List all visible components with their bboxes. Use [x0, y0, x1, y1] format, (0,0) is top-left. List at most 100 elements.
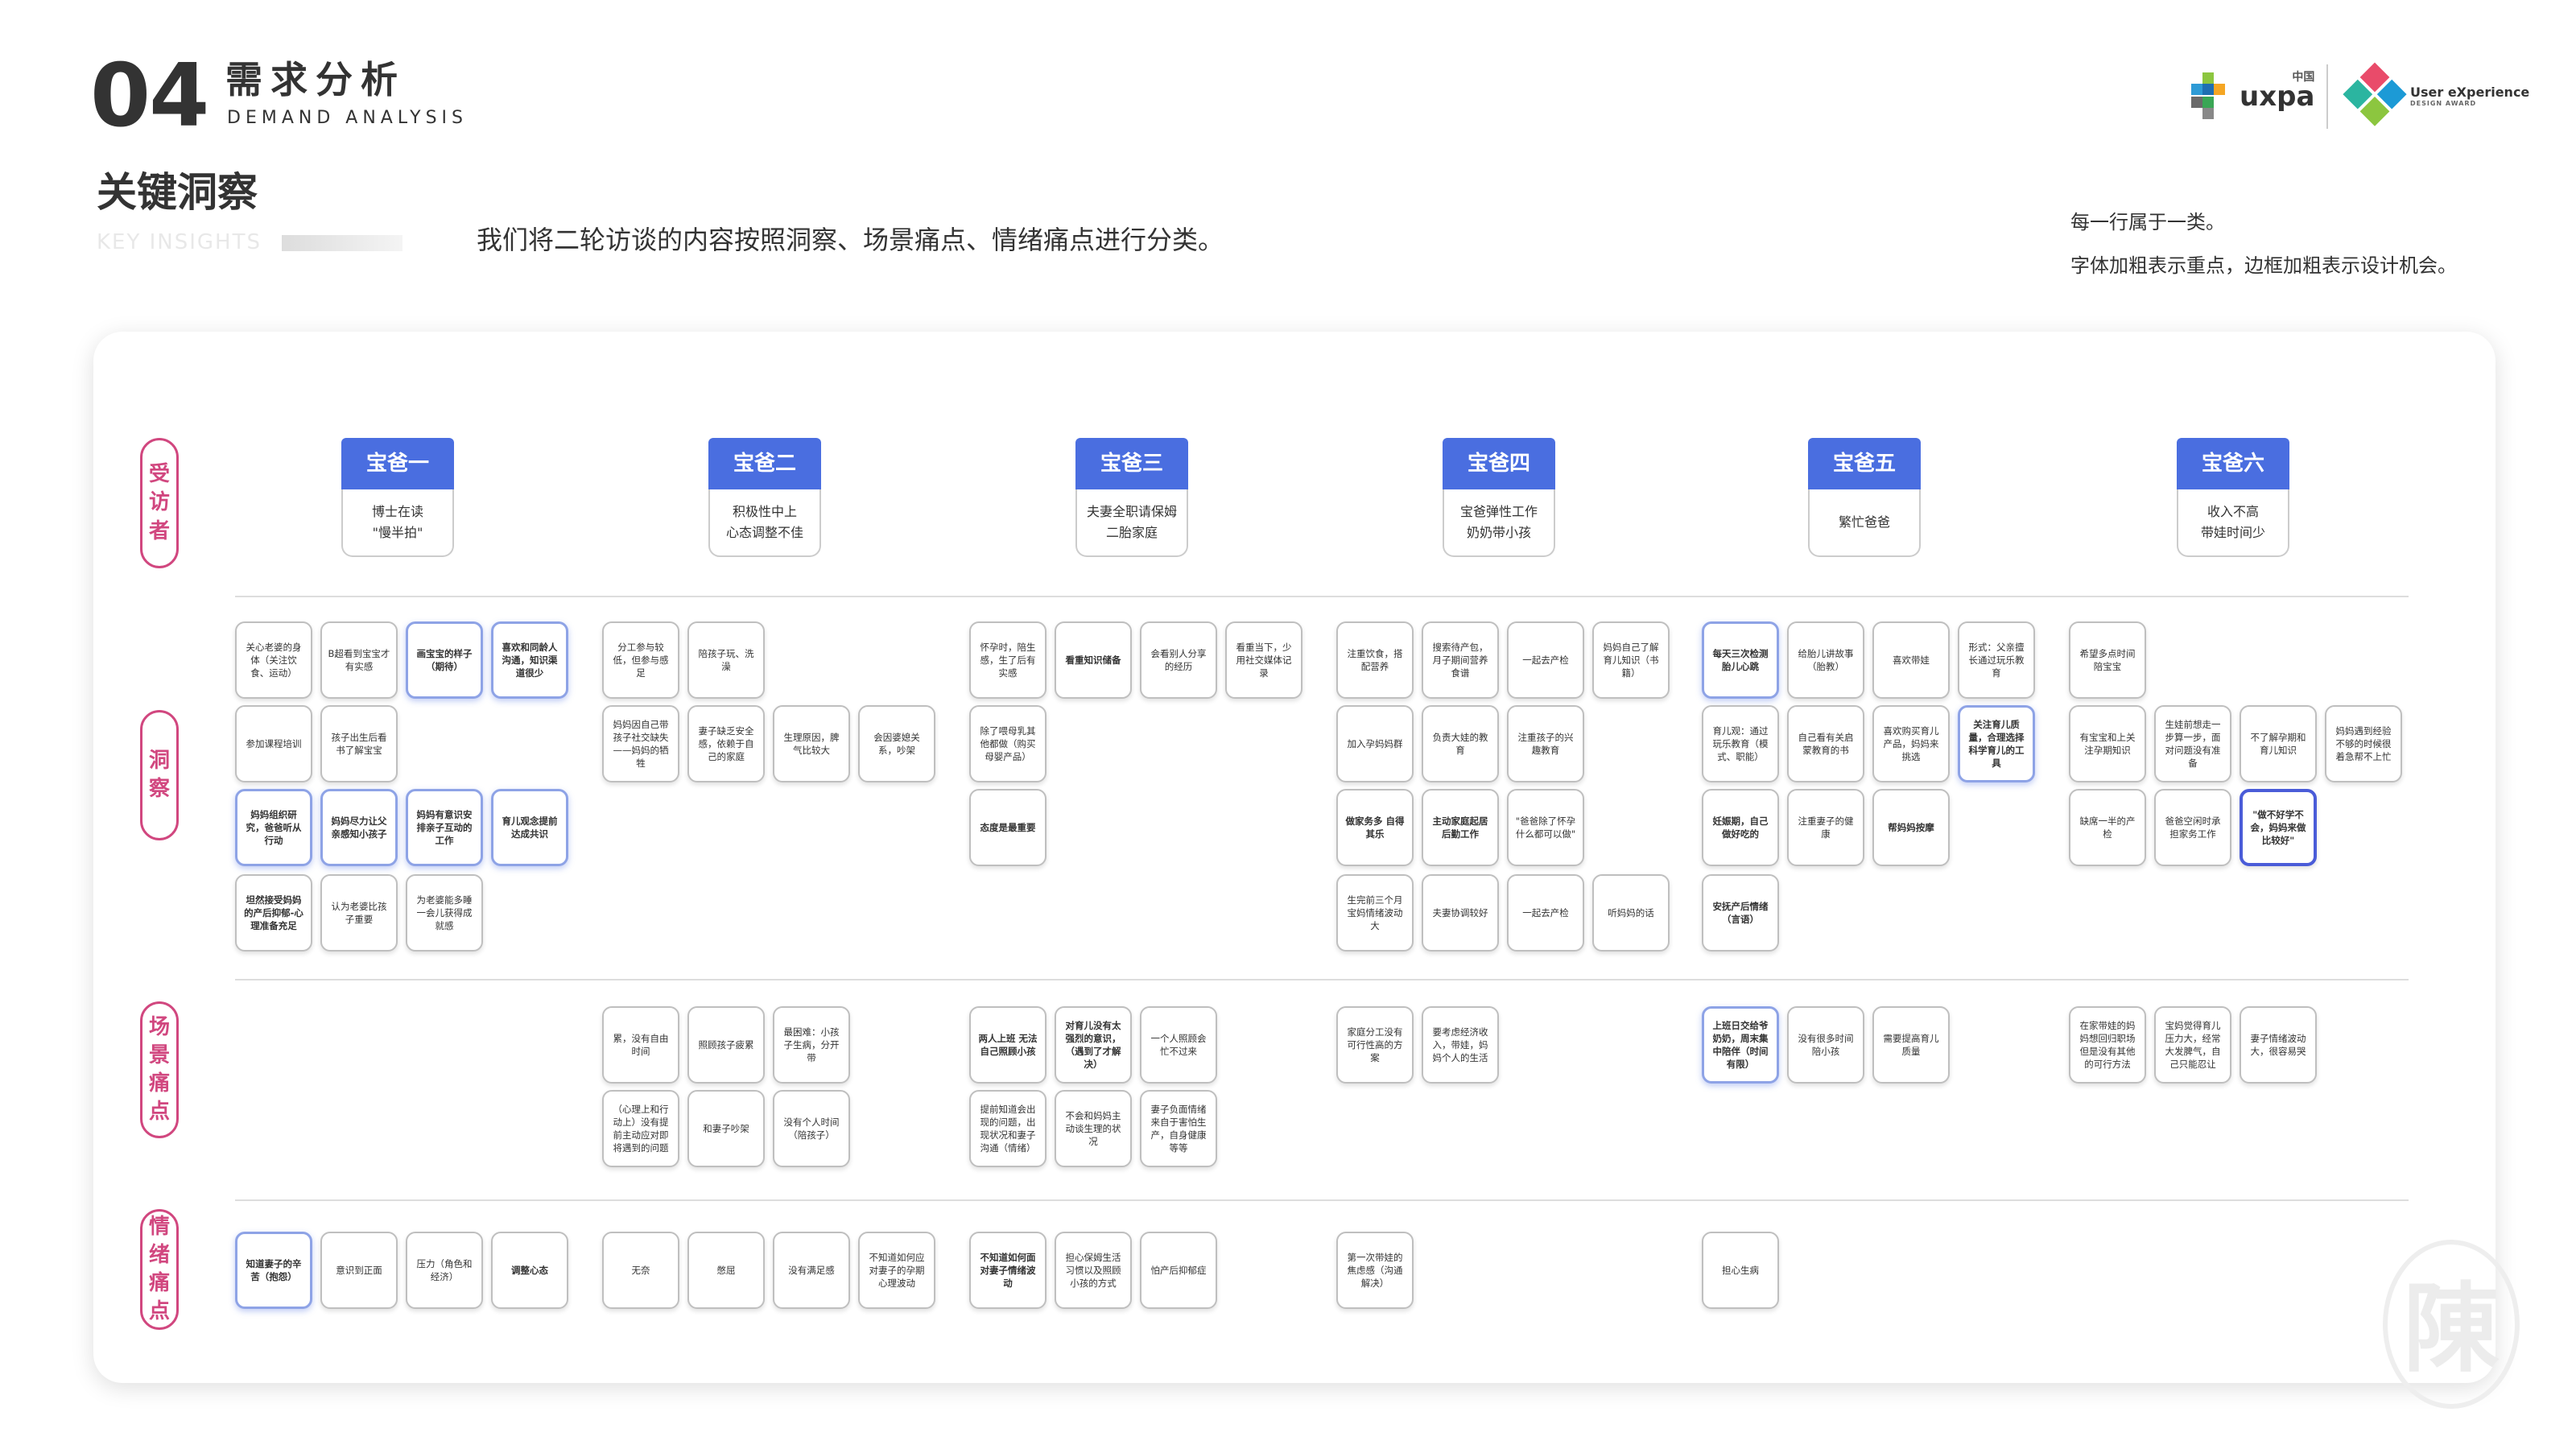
insight-sticky: 妈妈因自己带孩子社交缺失——妈妈的牺牲 — [602, 705, 679, 782]
insight-sticky: 喜欢和同龄人沟通，知识渠道很少 — [491, 621, 568, 699]
emotion-pain-sticky: 担心生病 — [1702, 1232, 1779, 1309]
insight-sticky: 希望多点时间陪宝宝 — [2069, 621, 2146, 699]
insight-sticky: 坦然接受妈妈的产后抑郁-心理准备充足 — [235, 874, 312, 952]
insight-sticky: 给胎儿讲故事（胎教） — [1787, 621, 1864, 699]
interviewee-desc: 积极性中上 心态调整不佳 — [708, 489, 821, 557]
scene-pain-sticky: 累，没有自由时间 — [602, 1006, 679, 1084]
insight-sticky: 主动家庭起居后勤工作 — [1422, 789, 1499, 866]
insight-sticky: 关注育儿质量，合理选择科学育儿的工具 — [1958, 705, 2035, 782]
interviewee-name: 宝爸三 — [1075, 438, 1188, 489]
insight-sticky: 妊娠期，自己做好吃的 — [1702, 789, 1779, 866]
interviewee-name: 宝爸四 — [1443, 438, 1555, 489]
scene-pain-sticky: 家庭分工没有可行性高的方案 — [1336, 1006, 1414, 1084]
insight-sticky: 搜索待产包，月子期间营养食谱 — [1422, 621, 1499, 699]
insight-sticky: 缺席一半的产检 — [2069, 789, 2146, 866]
interviewee-desc: 繁忙爸爸 — [1808, 489, 1921, 557]
emotion-pain-sticky: 压力（角色和经济） — [406, 1232, 483, 1309]
scene-pain-sticky: 妻子情绪波动大，很容易哭 — [2240, 1006, 2317, 1084]
insight-sticky: 关心老婆的身体（关注饮食、运动） — [235, 621, 312, 699]
insight-sticky: 一起去产检 — [1507, 621, 1584, 699]
interviewee-desc: 收入不高 带娃时间少 — [2177, 489, 2289, 557]
scene-pain-sticky: 两人上班 无法自己照顾小孩 — [969, 1006, 1046, 1084]
insight-sticky: 加入孕妈妈群 — [1336, 705, 1414, 782]
scene-pain-sticky: 没有很多时间陪小孩 — [1787, 1006, 1864, 1084]
scene-pain-sticky: 照顾孩子疲累 — [687, 1006, 765, 1084]
emotion-pain-sticky: 意识到正面 — [320, 1232, 398, 1309]
insight-sticky: 孩子出生后看书了解宝宝 — [320, 705, 398, 782]
scene-pain-sticky: 上班日交给爷奶奶，周末集中陪伴（时间有限） — [1702, 1006, 1779, 1084]
interviewee-name: 宝爸五 — [1808, 438, 1921, 489]
emotion-pain-sticky: 不知道如何面对妻子情绪波动 — [969, 1232, 1046, 1309]
scene-pain-sticky: 妻子负面情绪来自于害怕生产，自身健康等等 — [1140, 1090, 1217, 1167]
scene-pain-sticky: 和妻子吵架 — [687, 1090, 765, 1167]
insight-sticky: 妈妈遇到经验不够的时候很着急帮不上忙 — [2325, 705, 2402, 782]
emotion-pain-sticky: 知道妻子的辛苦（抱怨） — [235, 1232, 312, 1309]
insight-sticky: 做家务多 自得其乐 — [1336, 789, 1414, 866]
insight-sticky: 夫妻协调较好 — [1422, 874, 1499, 952]
insight-sticky: 喜欢带娃 — [1872, 621, 1950, 699]
divider — [235, 979, 2409, 980]
insight-sticky: 妻子缺乏安全感，依赖于自己的家庭 — [687, 705, 765, 782]
note-line-2: 字体加粗表示重点，边框加粗表示设计机会。 — [2070, 254, 2457, 277]
insight-sticky: 有宝宝和上关注孕期知识 — [2069, 705, 2146, 782]
ue-logo-icon — [2341, 62, 2409, 131]
section-intro: 我们将二轮访谈的内容按照洞察、场景痛点、情绪痛点进行分类。 — [477, 225, 1224, 255]
insight-sticky: "做不好学不会，妈妈来做比较好" — [2240, 789, 2317, 866]
interviewee-desc: 宝爸弹性工作 奶奶带小孩 — [1443, 489, 1555, 557]
insight-sticky: 不了解孕期和育儿知识 — [2240, 705, 2317, 782]
emotion-pain-sticky: 憋屈 — [687, 1232, 765, 1309]
insight-sticky: 会因婆媳关系，吵架 — [858, 705, 935, 782]
interviewee-desc: 夫妻全职请保姆 二胎家庭 — [1075, 489, 1188, 557]
section-subtitle: KEY INSIGHTS — [97, 230, 262, 254]
insight-sticky: 自己看有关启蒙教育的书 — [1787, 705, 1864, 782]
interviewee-name: 宝爸六 — [2177, 438, 2289, 489]
uxpa-logo-text: uxpa — [2240, 80, 2315, 113]
section-title: 关键洞察 — [97, 169, 258, 216]
insight-sticky: 生娃前想走一步算一步，面对问题没有准备 — [2154, 705, 2231, 782]
insight-sticky: 妈妈自己了解育儿知识（书籍） — [1592, 621, 1670, 699]
insight-sticky: 分工参与较低，但参与感足 — [602, 621, 679, 699]
emotion-pain-sticky: 调整心态 — [491, 1232, 568, 1309]
insight-sticky: 注重饮食，搭配营养 — [1336, 621, 1414, 699]
insight-sticky: 会看别人分享的经历 — [1140, 621, 1217, 699]
insight-sticky: 态度是最重要 — [969, 789, 1046, 866]
page-number: 04 — [90, 46, 209, 147]
insight-sticky: 一起去产检 — [1507, 874, 1584, 952]
insight-sticky: 听妈妈的话 — [1592, 874, 1670, 952]
insight-sticky: 参加课程培训 — [235, 705, 312, 782]
category-label: 受访者 — [140, 438, 179, 568]
scene-pain-sticky: 宝妈觉得育儿压力大，经常大发脾气，自己只能忍让 — [2154, 1006, 2231, 1084]
category-label: 洞察 — [140, 710, 179, 840]
insight-sticky: 看重当下，少用社交媒体记录 — [1225, 621, 1302, 699]
ue-design-award-logo: User eXperience DESIGN AWARD — [2326, 62, 2529, 131]
insight-sticky: 注重孩子的兴趣教育 — [1507, 705, 1584, 782]
emotion-pain-sticky: 第一次带娃的焦虑感（沟通解决） — [1336, 1232, 1414, 1309]
insight-sticky: 除了喂母乳其他都做（购买母婴产品） — [969, 705, 1046, 782]
scene-pain-sticky: 没有个人时间（陪孩子） — [773, 1090, 850, 1167]
insight-sticky: 认为老婆比孩子重要 — [320, 874, 398, 952]
scene-pain-sticky: 提前知道会出现的问题，出现状况和妻子沟通（情绪） — [969, 1090, 1046, 1167]
divider — [235, 596, 2409, 597]
insight-sticky: 妈妈有意识安排亲子互动的工作 — [406, 789, 483, 866]
insight-sticky: 形式：父亲擅长通过玩乐教育 — [1958, 621, 2035, 699]
watermark-seal: 陳 — [2383, 1240, 2520, 1409]
uxpa-logo: uxpa 中国 — [2190, 64, 2314, 129]
interviewee-name: 宝爸二 — [708, 438, 821, 489]
scene-pain-sticky: 最困难：小孩子生病，分开带 — [773, 1006, 850, 1084]
insight-sticky: 负责大娃的教育 — [1422, 705, 1499, 782]
interviewee-name: 宝爸一 — [341, 438, 454, 489]
insight-sticky: 育儿观念提前达成共识 — [491, 789, 568, 866]
ue-logo-line2: DESIGN AWARD — [2410, 100, 2477, 108]
insight-sticky: 怀孕时，陪生感，生了后有实感 — [969, 621, 1046, 699]
emotion-pain-sticky: 没有满足感 — [773, 1232, 850, 1309]
insight-sticky: 画宝宝的样子（期待） — [406, 621, 483, 699]
insight-sticky: 妈妈尽力让父亲感知小孩子 — [320, 789, 398, 866]
scene-pain-sticky: 需要提高育儿质量 — [1872, 1006, 1950, 1084]
category-label: 情绪痛点 — [140, 1209, 179, 1330]
insight-sticky: 喜欢购买育儿产品，妈妈来挑选 — [1872, 705, 1950, 782]
category-label: 场景痛点 — [140, 1001, 179, 1138]
insight-sticky: B超看到宝宝才有实感 — [320, 621, 398, 699]
scene-pain-sticky: 一个人照顾会忙不过来 — [1140, 1006, 1217, 1084]
scene-pain-sticky: 要考虑经济收入，带娃，妈妈个人的生活 — [1422, 1006, 1499, 1084]
insight-sticky: 妈妈组织研究，爸爸听从行动 — [235, 789, 312, 866]
